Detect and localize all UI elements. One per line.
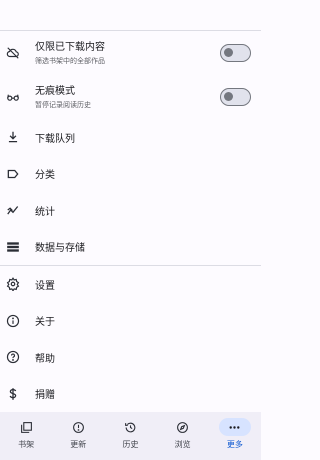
nav-item-updates[interactable]: 更新	[53, 418, 103, 450]
dollar-icon	[6, 387, 20, 401]
menu-item-download-queue[interactable]: 下载队列	[0, 119, 261, 156]
menu-label: 设置	[35, 280, 55, 292]
info-icon	[6, 314, 20, 328]
menu-item-categories[interactable]: 分类	[0, 156, 261, 193]
nav-icon-container	[114, 418, 146, 436]
incognito-row[interactable]: 无痕模式 暂停记录阅读历史	[0, 75, 261, 119]
nav-label: 书架	[18, 440, 35, 449]
incognito-switch[interactable]	[220, 88, 251, 106]
nav-icon-container	[62, 418, 94, 436]
stats-icon	[6, 203, 20, 217]
storage-icon	[6, 240, 20, 254]
incognito-title: 无痕模式	[35, 85, 75, 97]
top-spacer	[0, 0, 261, 30]
menu-label: 数据与存储	[35, 243, 85, 255]
menu-item-settings[interactable]: 设置	[0, 266, 261, 303]
menu-item-help[interactable]: 帮助	[0, 339, 261, 376]
menu-item-stats[interactable]: 统计	[0, 192, 261, 229]
menu-item-about[interactable]: 关于	[0, 303, 261, 340]
nav-item-history[interactable]: 历史	[105, 418, 155, 450]
downloaded-only-row[interactable]: 仅限已下载内容 筛选书架中的全部作品	[0, 31, 261, 75]
switch-knob	[224, 92, 233, 101]
menu-label: 关于	[35, 317, 55, 329]
cloud-off-icon	[6, 46, 20, 60]
nav-label: 历史	[122, 440, 139, 449]
glasses-icon	[6, 90, 20, 104]
bottom-navigation: 书架 更新 历史 浏览 更多	[0, 412, 261, 460]
nav-icon-container	[10, 418, 42, 436]
library-icon	[20, 421, 32, 433]
label-icon	[6, 167, 20, 181]
incognito-subtitle: 暂停记录阅读历史	[35, 100, 91, 109]
updates-icon	[72, 421, 84, 433]
compass-icon	[177, 421, 189, 433]
download-icon	[6, 130, 20, 144]
history-icon	[125, 422, 136, 432]
more-horizontal-icon	[229, 425, 240, 429]
nav-label: 更新	[70, 440, 87, 449]
nav-label: 更多	[226, 440, 243, 449]
nav-label: 浏览	[174, 440, 191, 449]
menu-label: 分类	[35, 170, 55, 182]
gear-icon	[6, 277, 20, 292]
menu-label: 帮助	[35, 353, 55, 365]
nav-item-more[interactable]: 更多	[210, 418, 260, 450]
menu-label: 下载队列	[35, 133, 75, 145]
help-icon	[6, 350, 20, 364]
nav-item-library[interactable]: 书架	[1, 418, 51, 450]
downloaded-only-subtitle: 筛选书架中的全部作品	[35, 56, 105, 65]
nav-item-browse[interactable]: 浏览	[158, 418, 208, 450]
nav-icon-container	[167, 418, 199, 436]
downloaded-only-switch[interactable]	[220, 44, 251, 62]
switch-knob	[224, 48, 233, 57]
nav-icon-container	[218, 418, 251, 436]
menu-label: 捐赠	[35, 390, 55, 402]
menu-item-donate[interactable]: 捐赠	[0, 376, 261, 413]
menu-item-data-storage[interactable]: 数据与存储	[0, 229, 261, 266]
downloaded-only-title: 仅限已下载内容	[35, 41, 105, 53]
menu-label: 统计	[35, 206, 55, 218]
